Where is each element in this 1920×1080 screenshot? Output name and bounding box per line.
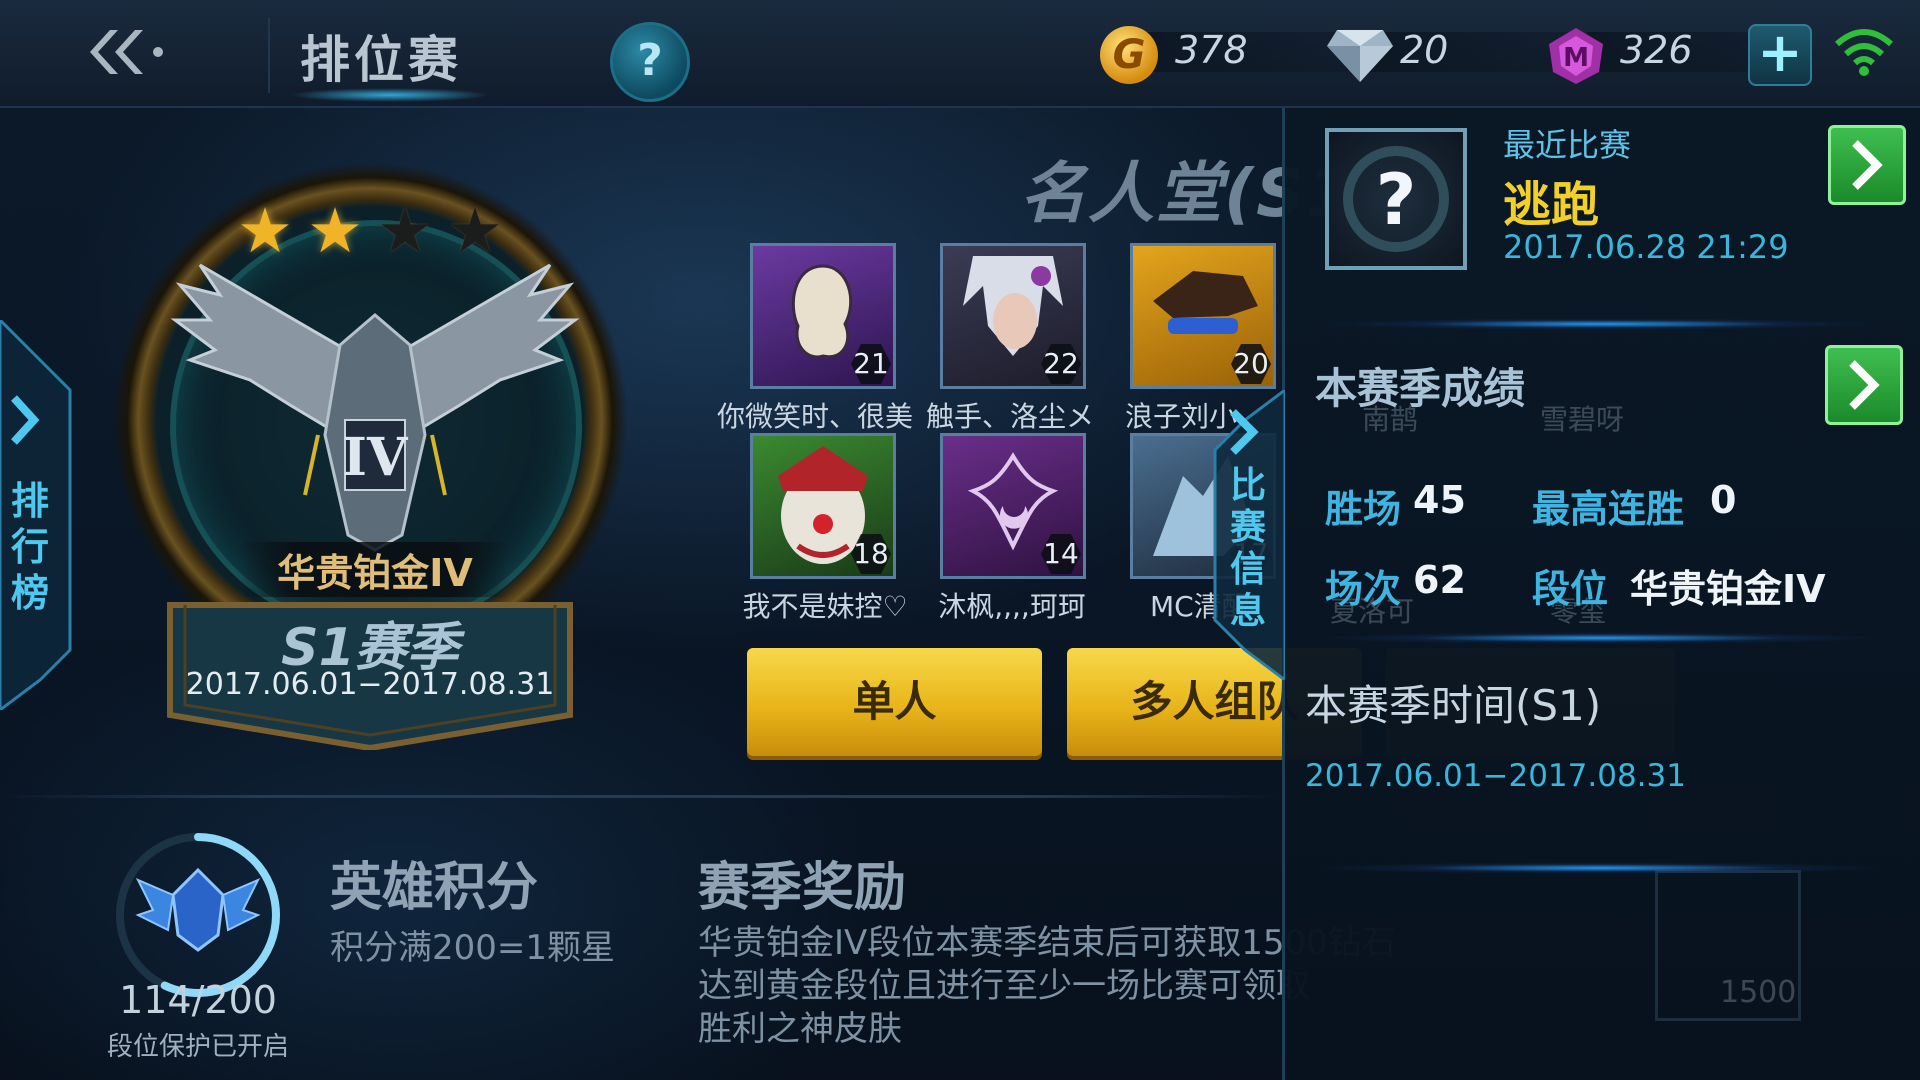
- top-bar: 排位赛 ? G 378 20 M 326 +: [0, 0, 1920, 108]
- diamond-value: 20: [1400, 28, 1449, 72]
- max-streak-value: 0: [1710, 478, 1737, 522]
- hall-of-fame-player-name: 触手、洛尘メ: [925, 400, 1094, 433]
- season-reward-title: 赛季奖励: [698, 858, 907, 918]
- gold-value: 378: [1175, 28, 1248, 72]
- hall-of-fame-player-avatar[interactable]: 21: [750, 243, 896, 389]
- matches-label: 场次: [1325, 567, 1402, 611]
- season-dates: 2017.06.01−2017.08.31: [185, 667, 555, 702]
- hero-points-title: 英雄积分: [330, 858, 539, 918]
- section-glow-divider: [1315, 862, 1885, 874]
- rank-tier-numeral: IV: [343, 427, 409, 488]
- svg-text:?: ?: [1376, 159, 1417, 241]
- unknown-hero-icon: ?: [1343, 146, 1449, 252]
- add-currency-button[interactable]: +: [1748, 24, 1812, 86]
- season-time-title: 本赛季时间(S1): [1305, 681, 1602, 730]
- ghost-reward-amount: 1500: [1720, 975, 1797, 1010]
- title-underline-glow: [290, 88, 490, 102]
- hall-of-fame-player-name: 沐枫,,,,珂珂: [938, 590, 1086, 623]
- season-reward-line: 胜利之神皮肤: [698, 1009, 902, 1049]
- title-divider: [268, 18, 270, 93]
- matches-value: 62: [1413, 558, 1466, 602]
- recent-match-time: 2017.06.28 21:29: [1503, 228, 1789, 266]
- recent-match-label: 最近比赛: [1503, 126, 1632, 164]
- match-info-tab-label: 比赛信息: [1229, 465, 1266, 632]
- section-glow-divider: [1315, 632, 1885, 644]
- recent-match-hero-icon: ?: [1325, 128, 1467, 270]
- platinum-wings-emblem-icon: IV: [170, 263, 580, 552]
- solo-queue-button[interactable]: 单人: [747, 648, 1042, 756]
- season-reward-line: 达到黄金段位且进行至少一场比赛可领取: [698, 966, 1310, 1006]
- rank-name: 华贵铂金IV: [240, 542, 510, 597]
- section-divider: [0, 795, 1282, 798]
- diamond-icon: [1327, 30, 1393, 82]
- hero-points-rule: 积分满200=1颗星: [330, 928, 616, 968]
- chevron-right-icon: [1852, 140, 1883, 190]
- hall-of-fame-player-avatar[interactable]: 22: [940, 243, 1086, 389]
- max-streak-label: 最高连胜: [1532, 487, 1685, 531]
- rank-value: 华贵铂金IV: [1630, 567, 1826, 611]
- rank-protection-status: 段位保护已开启: [106, 1032, 289, 1062]
- hall-of-fame-player-name: 你微笑时、很美: [716, 400, 913, 433]
- ghost-player-name: 雪碧呀: [1540, 403, 1625, 436]
- hall-of-fame-player-name: 我不是妹控♡: [742, 590, 908, 623]
- recent-match-detail-button[interactable]: [1828, 125, 1906, 205]
- season-time-dates: 2017.06.01−2017.08.31: [1305, 758, 1686, 794]
- hall-of-fame-player-avatar[interactable]: 20: [1130, 243, 1276, 389]
- wings-badge-icon: [135, 867, 261, 952]
- help-button[interactable]: ?: [610, 22, 690, 102]
- back-arrow-icon[interactable]: [80, 22, 170, 82]
- hero-points-value: 114/200: [119, 978, 277, 1022]
- chevron-right-icon: [1849, 360, 1880, 410]
- gold-coin-icon: G: [1100, 26, 1158, 84]
- leaderboard-label: 排行榜: [10, 479, 49, 615]
- season-stats-title: 本赛季成绩: [1315, 364, 1526, 413]
- hall-of-fame-player-avatar[interactable]: 14: [940, 433, 1086, 579]
- wifi-icon: [1835, 29, 1893, 76]
- purple-gem-icon: M: [1549, 28, 1603, 84]
- page-title: 排位赛: [300, 31, 462, 89]
- rank-label: 段位: [1532, 567, 1609, 611]
- svg-text:M: M: [1563, 43, 1589, 73]
- wins-value: 45: [1413, 478, 1466, 522]
- wins-label: 胜场: [1325, 487, 1402, 531]
- recent-match-result: 逃跑: [1503, 177, 1600, 233]
- season-stats-detail-button[interactable]: [1825, 345, 1903, 425]
- currency-bar: [1365, 32, 1575, 72]
- gem-value: 326: [1620, 28, 1693, 72]
- hall-of-fame-player-avatar[interactable]: 18: [750, 433, 896, 579]
- section-glow-divider: [1315, 318, 1885, 330]
